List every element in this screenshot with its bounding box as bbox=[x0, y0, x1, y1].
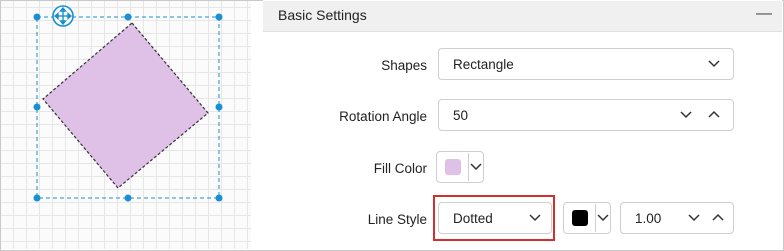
stroke-width-value: 1.00 bbox=[635, 211, 662, 226]
chevron-up-icon[interactable] bbox=[711, 212, 725, 224]
panel-title: Basic Settings bbox=[278, 7, 367, 23]
handle-top-center bbox=[124, 13, 132, 21]
rotation-angle-stepper[interactable]: 50 bbox=[438, 99, 734, 131]
diamond-shape bbox=[42, 22, 209, 189]
chevron-down-icon bbox=[596, 212, 610, 224]
handle-bottom-right bbox=[215, 194, 223, 202]
handle-middle-right bbox=[215, 103, 223, 111]
chevron-down-icon bbox=[469, 161, 483, 173]
rotation-angle-label: Rotation Angle bbox=[339, 109, 427, 124]
move-arrows-icon bbox=[52, 5, 74, 27]
handle-middle-left bbox=[33, 103, 41, 111]
handle-bottom-left bbox=[33, 194, 41, 202]
line-style-highlight bbox=[433, 195, 555, 241]
fill-color-label: Fill Color bbox=[373, 161, 427, 176]
handle-top-right bbox=[215, 13, 223, 21]
minus-icon[interactable]: — bbox=[754, 3, 774, 25]
chevron-up-icon[interactable] bbox=[707, 109, 721, 121]
panel-header[interactable]: Basic Settings — bbox=[263, 1, 782, 32]
handle-top-left bbox=[33, 13, 41, 21]
chevron-down-icon[interactable] bbox=[687, 212, 701, 224]
shapes-value: Rectangle bbox=[453, 57, 514, 72]
diagram-canvas[interactable] bbox=[1, 1, 251, 249]
shapes-dropdown[interactable]: Rectangle bbox=[438, 48, 734, 80]
stroke-color-swatch bbox=[572, 210, 588, 226]
fill-color-picker[interactable] bbox=[436, 151, 484, 183]
rotation-angle-value: 50 bbox=[453, 108, 469, 123]
shapes-label: Shapes bbox=[381, 58, 427, 73]
stroke-color-picker[interactable] bbox=[563, 202, 611, 234]
handle-bottom-center bbox=[124, 194, 132, 202]
line-style-label: Line Style bbox=[367, 212, 427, 227]
fill-color-swatch bbox=[445, 159, 461, 175]
chevron-down-icon bbox=[707, 58, 721, 70]
stroke-width-stepper[interactable]: 1.00 bbox=[620, 202, 734, 234]
chevron-down-icon[interactable] bbox=[679, 109, 693, 121]
canvas-drawing bbox=[33, 5, 223, 202]
